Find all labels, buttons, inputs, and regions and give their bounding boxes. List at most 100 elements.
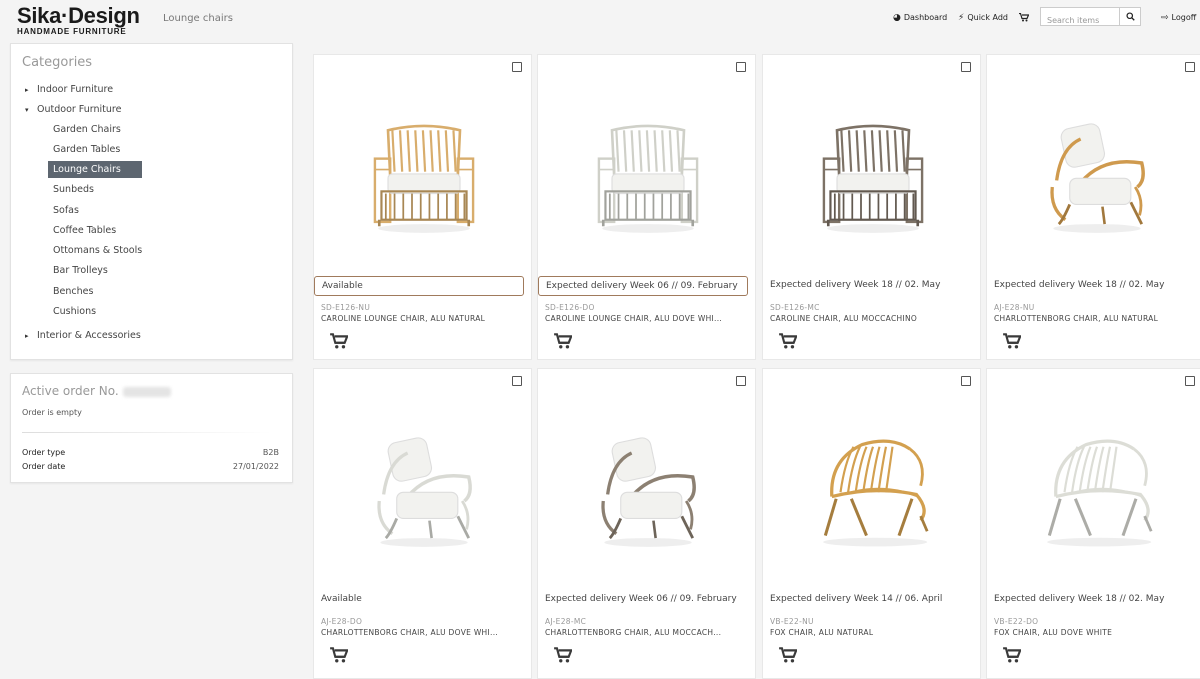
search-box	[1040, 7, 1141, 29]
cart-icon	[1003, 333, 1022, 349]
product-name[interactable]: CAROLINE CHAIR, ALU MOCCACHINO	[770, 314, 917, 323]
subcategory-garden-chairs[interactable]: Garden Chairs	[48, 121, 126, 138]
cart-icon	[330, 333, 349, 349]
cart-link[interactable]	[1019, 12, 1030, 24]
product-select-checkbox[interactable]	[736, 62, 746, 72]
product-availability: Expected delivery Week 18 // 02. May	[994, 280, 1165, 290]
product-image[interactable]	[314, 75, 533, 275]
cart-icon	[554, 647, 573, 663]
categories-panel: Categories ▸ Indoor Furniture ▾ Outdoor Fu…	[10, 43, 293, 360]
logoff-link[interactable]: ⇨ Logoff	[1161, 13, 1196, 23]
subcategory-coffee-tables[interactable]: Coffee Tables	[48, 222, 121, 239]
logoff-label: Logoff	[1171, 13, 1197, 22]
top-bar: Sika·Design HANDMADE FURNITURE Lounge ch…	[0, 0, 1200, 41]
category-outdoor-furniture[interactable]: ▾ Outdoor Furniture	[25, 104, 121, 115]
dashboard-link[interactable]: ◕ Dashboard	[893, 13, 947, 23]
product-availability: Available	[321, 594, 362, 604]
subcategory-lounge-chairs[interactable]: Lounge Chairs	[48, 161, 142, 178]
search-icon	[1125, 12, 1135, 21]
order-date-row: Order date 27/01/2022	[22, 462, 279, 471]
subcategory-ottomans-stools[interactable]: Ottomans & Stools	[48, 242, 147, 259]
quick-add-label: Quick Add	[967, 13, 1008, 22]
category-label: Outdoor Furniture	[37, 104, 122, 115]
product-image[interactable]	[763, 389, 982, 589]
product-name[interactable]: FOX CHAIR, ALU NATURAL	[770, 628, 873, 637]
add-to-cart-button[interactable]	[779, 647, 798, 667]
product-select-checkbox[interactable]	[736, 376, 746, 386]
cart-icon	[779, 333, 798, 349]
add-to-cart-button[interactable]	[1003, 333, 1022, 353]
product-select-checkbox[interactable]	[512, 376, 522, 386]
product-card[interactable]: Expected delivery Week 14 // 06. April V…	[762, 368, 981, 679]
product-card[interactable]: Expected delivery Week 18 // 02. May VB-…	[986, 368, 1200, 679]
product-select-checkbox[interactable]	[961, 376, 971, 386]
subcategory-garden-tables[interactable]: Garden Tables	[48, 141, 125, 158]
subcategory-benches[interactable]: Benches	[48, 283, 98, 300]
quick-add-link[interactable]: ⚡ Quick Add	[958, 13, 1008, 23]
order-date-value: 27/01/2022	[232, 462, 279, 471]
product-name[interactable]: CHARLOTTENBORG CHAIR, ALU DOVE WHI...	[321, 628, 498, 637]
add-to-cart-button[interactable]	[1003, 647, 1022, 667]
product-image[interactable]	[987, 389, 1200, 589]
product-name[interactable]: CAROLINE LOUNGE CHAIR, ALU NATURAL	[321, 314, 485, 323]
order-divider	[22, 432, 272, 433]
search-button[interactable]	[1119, 8, 1140, 25]
subcategory-cushions[interactable]: Cushions	[48, 303, 101, 320]
product-availability: Available	[314, 276, 524, 296]
product-image[interactable]	[987, 75, 1200, 275]
cart-icon	[779, 647, 798, 663]
product-name[interactable]: CHARLOTTENBORG CHAIR, ALU MOCCACH...	[545, 628, 721, 637]
product-card[interactable]: Expected delivery Week 18 // 02. May SD-…	[762, 54, 981, 360]
dashboard-label: Dashboard	[903, 13, 948, 22]
product-name[interactable]: CHARLOTTENBORG CHAIR, ALU NATURAL	[994, 314, 1158, 323]
order-number-redacted	[122, 386, 171, 397]
caret-down-icon: ▾	[25, 106, 29, 114]
category-label: Indoor Furniture	[37, 84, 114, 95]
add-to-cart-button[interactable]	[779, 333, 798, 353]
product-select-checkbox[interactable]	[961, 62, 971, 72]
product-card[interactable]: Expected delivery Week 06 // 09. Februar…	[537, 368, 756, 679]
subcategory-bar-trolleys[interactable]: Bar Trolleys	[48, 262, 113, 279]
brand-logo[interactable]: Sika·Design HANDMADE FURNITURE	[17, 5, 140, 37]
category-interior-accessories[interactable]: ▸ Interior & Accessories	[25, 330, 141, 341]
product-image[interactable]	[538, 75, 757, 275]
subcategory-sunbeds[interactable]: Sunbeds	[48, 181, 99, 198]
product-card[interactable]: Available AJ-E28-DO CHARLOTTENBORG CHAIR…	[313, 368, 532, 679]
product-card[interactable]: Available SD-E126-NU CAROLINE LOUNGE CHA…	[313, 54, 532, 360]
subcategory-sofas[interactable]: Sofas	[48, 202, 84, 219]
product-availability: Expected delivery Week 14 // 06. April	[770, 594, 943, 604]
product-availability: Expected delivery Week 18 // 02. May	[770, 280, 941, 290]
product-image[interactable]	[763, 75, 982, 275]
logoff-icon: ⇨	[1161, 13, 1169, 23]
add-to-cart-button[interactable]	[554, 333, 573, 353]
caret-right-icon: ▸	[25, 332, 29, 340]
add-to-cart-button[interactable]	[330, 333, 349, 353]
product-image[interactable]	[314, 389, 533, 589]
product-availability: Expected delivery Week 06 // 09. Februar…	[545, 594, 737, 604]
product-select-checkbox[interactable]	[512, 62, 522, 72]
breadcrumb: Lounge chairs	[163, 13, 233, 24]
add-to-cart-button[interactable]	[554, 647, 573, 667]
product-name[interactable]: FOX CHAIR, ALU DOVE WHITE	[994, 628, 1112, 637]
product-select-checkbox[interactable]	[1185, 376, 1195, 386]
product-image[interactable]	[538, 389, 757, 589]
order-type-value: B2B	[262, 448, 279, 457]
product-select-checkbox[interactable]	[1185, 62, 1195, 72]
product-sku: AJ-E28-DO	[321, 617, 363, 626]
add-to-cart-button[interactable]	[330, 647, 349, 667]
cart-icon	[330, 647, 349, 663]
product-availability: Expected delivery Week 18 // 02. May	[994, 594, 1165, 604]
product-card[interactable]: Expected delivery Week 06 // 09. Februar…	[537, 54, 756, 360]
search-input[interactable]	[1041, 12, 1125, 29]
product-name[interactable]: CAROLINE LOUNGE CHAIR, ALU DOVE WHI...	[545, 314, 722, 323]
category-label: Interior & Accessories	[37, 330, 141, 341]
product-sku: SD-E126-MC	[770, 303, 820, 312]
product-card[interactable]: Expected delivery Week 18 // 02. May AJ-…	[986, 54, 1200, 360]
brand-tagline: HANDMADE FURNITURE	[17, 27, 127, 36]
category-indoor-furniture[interactable]: ▸ Indoor Furniture	[25, 84, 113, 95]
cart-icon	[554, 333, 573, 349]
caret-right-icon: ▸	[25, 86, 29, 94]
product-sku: SD-E126-NU	[321, 303, 371, 312]
cart-icon	[1019, 12, 1030, 22]
product-sku: AJ-E28-NU	[994, 303, 1035, 312]
